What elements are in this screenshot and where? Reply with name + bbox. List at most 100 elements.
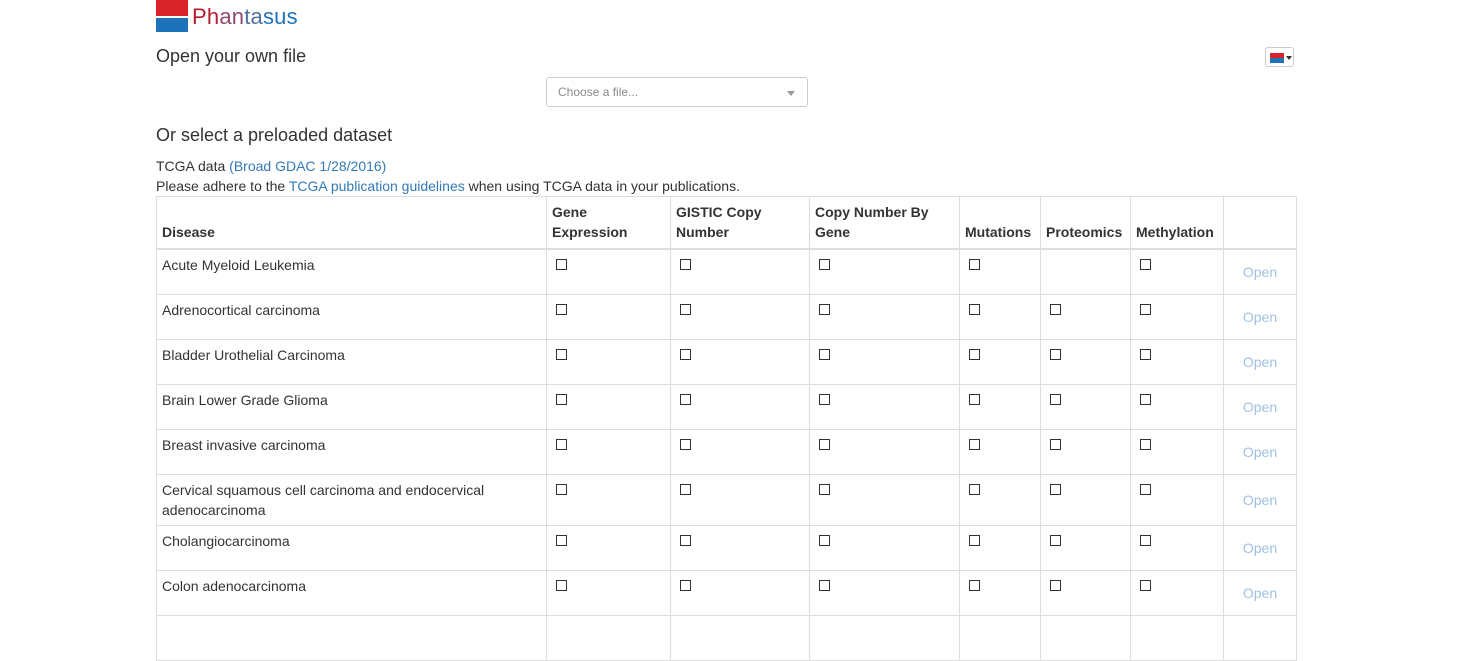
proteomics-checkbox[interactable]	[1050, 439, 1061, 450]
column-header-mutations: Mutations	[959, 196, 1041, 250]
gistic-copy-number-checkbox[interactable]	[680, 394, 691, 405]
gistic-copy-number-checkbox[interactable]	[680, 259, 691, 270]
tcga-guidelines-link[interactable]: TCGA publication guidelines	[289, 178, 465, 194]
copy-number-by-gene-checkbox[interactable]	[819, 304, 830, 315]
notice-suffix: when using TCGA data in your publication…	[464, 178, 740, 194]
gene-expression-checkbox[interactable]	[556, 535, 567, 546]
column-header-proteomics: Proteomics	[1040, 196, 1131, 250]
mutations-checkbox[interactable]	[969, 349, 980, 360]
copy-number-by-gene-checkbox[interactable]	[819, 535, 830, 546]
open-dataset-button[interactable]: Open	[1243, 309, 1277, 325]
disease-name: Bladder Urothelial Carcinoma	[156, 339, 547, 385]
methylation-checkbox[interactable]	[1140, 439, 1151, 450]
chevron-down-icon	[787, 91, 795, 96]
disease-name	[156, 615, 547, 661]
copy-number-by-gene-checkbox[interactable]	[819, 580, 830, 591]
file-chooser-select[interactable]: Choose a file...	[546, 77, 808, 107]
methylation-checkbox[interactable]	[1140, 484, 1151, 495]
disease-name: Cervical squamous cell carcinoma and end…	[156, 474, 547, 526]
gene-expression-checkbox[interactable]	[556, 259, 567, 270]
gene-expression-checkbox[interactable]	[556, 349, 567, 360]
open-dataset-button[interactable]: Open	[1243, 399, 1277, 415]
cell-copy-number-by-gene	[809, 384, 960, 430]
gistic-copy-number-checkbox[interactable]	[680, 484, 691, 495]
cell-gistic-copy-number	[670, 429, 810, 475]
gistic-copy-number-checkbox[interactable]	[680, 439, 691, 450]
gene-expression-checkbox[interactable]	[556, 484, 567, 495]
cell-mutations	[959, 525, 1041, 571]
table-row: Bladder Urothelial Carcinoma Open	[156, 339, 1297, 385]
copy-number-by-gene-checkbox[interactable]	[819, 439, 830, 450]
mutations-checkbox[interactable]	[969, 259, 980, 270]
cell-mutations	[959, 615, 1041, 661]
cell-open: Open	[1223, 339, 1297, 385]
cell-copy-number-by-gene	[809, 248, 960, 295]
mutations-checkbox[interactable]	[969, 394, 980, 405]
broad-gdac-link[interactable]: (Broad GDAC 1/28/2016)	[229, 158, 386, 174]
gene-expression-checkbox[interactable]	[556, 394, 567, 405]
column-header-methylation: Methylation	[1130, 196, 1224, 250]
proteomics-checkbox[interactable]	[1050, 394, 1061, 405]
cell-proteomics	[1040, 474, 1131, 526]
methylation-checkbox[interactable]	[1140, 304, 1151, 315]
mutations-checkbox[interactable]	[969, 304, 980, 315]
cell-open: Open	[1223, 294, 1297, 340]
gistic-copy-number-checkbox[interactable]	[680, 304, 691, 315]
methylation-checkbox[interactable]	[1140, 259, 1151, 270]
gene-expression-checkbox[interactable]	[556, 580, 567, 591]
disease-name: Colon adenocarcinoma	[156, 570, 547, 616]
cell-open: Open	[1223, 248, 1297, 295]
open-dataset-button[interactable]: Open	[1243, 444, 1277, 460]
cell-gistic-copy-number	[670, 248, 810, 295]
table-row: Colon adenocarcinoma Open	[156, 570, 1297, 616]
open-file-heading: Open your own file	[156, 46, 307, 66]
mutations-checkbox[interactable]	[969, 535, 980, 546]
table-row: Acute Myeloid Leukemia Open	[156, 248, 1297, 295]
copy-number-by-gene-checkbox[interactable]	[819, 259, 830, 270]
proteomics-checkbox[interactable]	[1050, 304, 1061, 315]
table-row: Cervical squamous cell carcinoma and end…	[156, 474, 1297, 526]
proteomics-checkbox[interactable]	[1050, 580, 1061, 591]
preloaded-heading: Or select a preloaded dataset	[156, 125, 393, 145]
open-dataset-button[interactable]: Open	[1243, 585, 1277, 601]
copy-number-by-gene-checkbox[interactable]	[819, 484, 830, 495]
logo-text-part: Ph	[192, 4, 220, 29]
cell-mutations	[959, 384, 1041, 430]
methylation-checkbox[interactable]	[1140, 394, 1151, 405]
methylation-checkbox[interactable]	[1140, 535, 1151, 546]
logo-text-part: an	[219, 4, 245, 29]
cell-mutations	[959, 474, 1041, 526]
copy-number-by-gene-checkbox[interactable]	[819, 394, 830, 405]
gene-expression-checkbox[interactable]	[556, 439, 567, 450]
mutations-checkbox[interactable]	[969, 484, 980, 495]
caret-down-icon	[1286, 56, 1292, 60]
open-dataset-button[interactable]: Open	[1243, 264, 1277, 280]
table-row: Breast invasive carcinoma Open	[156, 429, 1297, 475]
methylation-checkbox[interactable]	[1140, 349, 1151, 360]
language-dropdown-button[interactable]	[1265, 47, 1294, 67]
mutations-checkbox[interactable]	[969, 439, 980, 450]
open-dataset-button[interactable]: Open	[1243, 540, 1277, 556]
phantasus-logo-icon	[156, 0, 188, 32]
proteomics-checkbox[interactable]	[1050, 535, 1061, 546]
cell-gene-expression	[546, 339, 671, 385]
proteomics-checkbox[interactable]	[1050, 484, 1061, 495]
cell-copy-number-by-gene	[809, 615, 960, 661]
column-header-gistic-copy-number: GISTIC Copy Number	[670, 196, 810, 250]
gistic-copy-number-checkbox[interactable]	[680, 535, 691, 546]
copy-number-by-gene-checkbox[interactable]	[819, 349, 830, 360]
mutations-checkbox[interactable]	[969, 580, 980, 591]
table-row: Brain Lower Grade Glioma Open	[156, 384, 1297, 430]
open-dataset-button[interactable]: Open	[1243, 354, 1277, 370]
cell-methylation	[1130, 615, 1224, 661]
cell-copy-number-by-gene	[809, 294, 960, 340]
proteomics-checkbox[interactable]	[1050, 349, 1061, 360]
methylation-checkbox[interactable]	[1140, 580, 1151, 591]
gistic-copy-number-checkbox[interactable]	[680, 349, 691, 360]
logo-text-part: sus	[262, 4, 298, 29]
cell-copy-number-by-gene	[809, 525, 960, 571]
gistic-copy-number-checkbox[interactable]	[680, 580, 691, 591]
table-header-row: Disease Gene Expression GISTIC Copy Numb…	[156, 196, 1297, 250]
open-dataset-button[interactable]: Open	[1243, 492, 1277, 508]
gene-expression-checkbox[interactable]	[556, 304, 567, 315]
